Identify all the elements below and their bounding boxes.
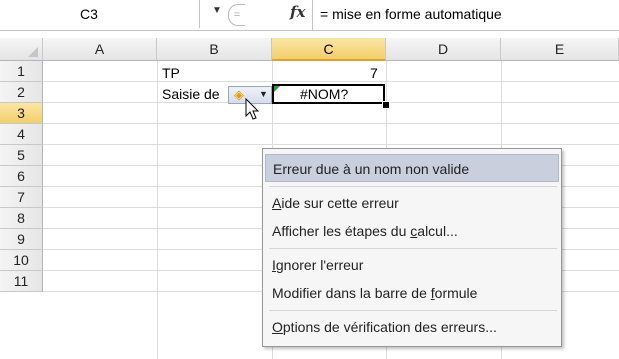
menu-item-help-key: A [272, 195, 282, 211]
menu-item-options-key: O [272, 319, 283, 335]
menu-item-calc-steps[interactable]: Afficher les étapes du calcul... [265, 217, 559, 245]
menu-item-edit-pre: Modifier dans la barre de [272, 285, 431, 301]
menu-item-calc-post: alcul... [417, 223, 458, 239]
row-header-8[interactable]: 8 [0, 208, 43, 229]
name-box-value: C3 [80, 6, 98, 22]
menu-item-help-post: ide sur cette erreur [281, 195, 399, 211]
select-all-triangle-icon [28, 47, 38, 57]
cell-b3[interactable]: Saisie de [162, 86, 220, 102]
arrow-cursor-icon [245, 98, 260, 120]
row-header-5[interactable]: 5 [0, 145, 43, 166]
column-header-a[interactable]: A [43, 38, 157, 61]
row-header-9[interactable]: 9 [0, 229, 43, 250]
menu-item-help[interactable]: Aide sur cette erreur [265, 189, 559, 217]
menu-item-ignore[interactable]: Ignorer l'erreur [265, 251, 559, 279]
column-header-e[interactable]: E [501, 38, 619, 61]
cell-b2[interactable]: TP [162, 65, 180, 81]
row-header-10[interactable]: 10 [0, 250, 43, 271]
cell-c3[interactable]: #NOM? [300, 86, 348, 102]
column-header-d[interactable]: D [386, 38, 501, 61]
row-header-7[interactable]: 7 [0, 187, 43, 208]
row-header-3[interactable]: 3 [0, 103, 43, 124]
column-header-c[interactable]: C [272, 38, 386, 61]
select-all-corner[interactable] [0, 38, 43, 61]
fill-handle[interactable] [382, 101, 390, 109]
formula-bar-cancel-icon[interactable]: = [228, 4, 245, 26]
error-context-menu: Erreur due à un nom non valide Aide sur … [262, 148, 562, 347]
gridline [43, 81, 619, 82]
function-icon[interactable]: fx [290, 3, 305, 21]
menu-separator [269, 248, 557, 249]
row-header-2[interactable]: 2 [0, 82, 43, 103]
cell-c2[interactable]: 7 [370, 65, 378, 81]
menu-item-error-options[interactable]: Options de vérification des erreurs... [265, 313, 559, 341]
row-header-6[interactable]: 6 [0, 166, 43, 187]
menu-separator [269, 310, 557, 311]
formula-bar: C3 ▼ = fx = mise en forme automatique [0, 0, 619, 31]
formula-input[interactable]: = mise en forme automatique [320, 6, 502, 22]
menu-item-edit-post: ormule [434, 285, 478, 301]
name-box[interactable]: C3 [0, 0, 200, 28]
menu-separator [269, 186, 557, 187]
menu-item-ignore-post: gnorer l'erreur [275, 257, 364, 273]
gridline [43, 144, 619, 145]
menu-item-calc-pre: Afficher les étapes du [272, 223, 411, 239]
name-box-dropdown-icon[interactable]: ▼ [212, 5, 222, 16]
formula-bar-divider [312, 0, 313, 30]
menu-item-edit-formula[interactable]: Modifier dans la barre de formule [265, 279, 559, 307]
error-warning-icon: ◈ [234, 87, 244, 102]
column-header-b[interactable]: B [157, 38, 272, 61]
error-indicator-icon [274, 86, 280, 92]
row-header-1[interactable]: 1 [0, 61, 43, 82]
menu-header-invalid-name[interactable]: Erreur due à un nom non valide [265, 154, 559, 182]
gridline [157, 61, 158, 359]
gridline [43, 123, 619, 124]
row-header-4[interactable]: 4 [0, 124, 43, 145]
row-header-11[interactable]: 11 [0, 271, 43, 292]
menu-item-options-post: ptions de vérification des erreurs... [282, 319, 497, 335]
